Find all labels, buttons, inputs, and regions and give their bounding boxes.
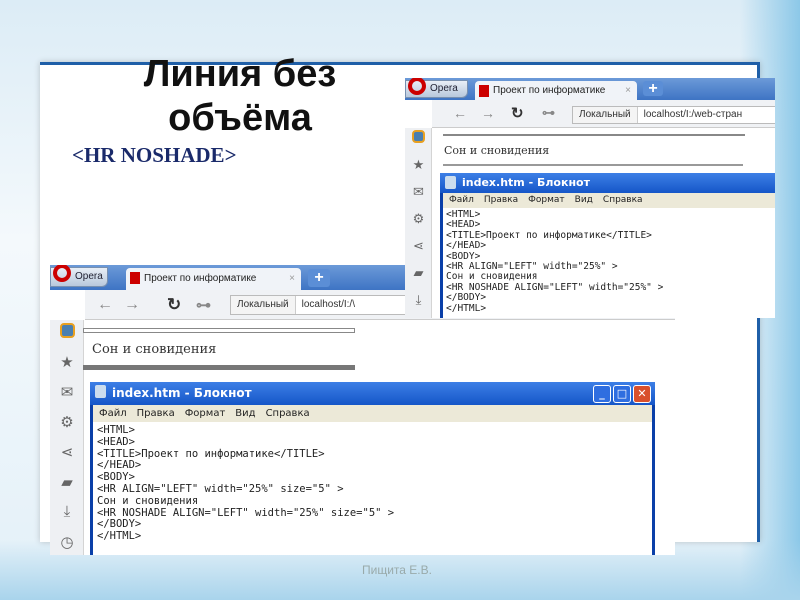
horizontal-rule-shaded: [443, 134, 745, 136]
key-icon: ⊶: [542, 105, 555, 120]
local-badge: Локальный: [231, 296, 296, 314]
notepad-title: index.htm - Блокнот: [462, 176, 590, 189]
key-icon: ⊶: [196, 297, 211, 314]
horizontal-rule-noshade: [443, 164, 743, 166]
settings-icon[interactable]: ⚙: [405, 211, 432, 227]
opera-menu-button[interactable]: Opera: [50, 265, 108, 287]
share-icon[interactable]: ⋖: [405, 238, 432, 254]
menu-file[interactable]: Файл: [99, 408, 127, 419]
page-text: Сон и сновидения: [92, 342, 217, 357]
forward-icon[interactable]: →: [481, 105, 495, 121]
notepad-icon: [95, 385, 106, 398]
menu-view[interactable]: Вид: [235, 408, 255, 419]
notepad-title: index.htm - Блокнот: [112, 386, 252, 400]
maximize-button[interactable]: □: [613, 385, 631, 403]
notepad-window: index.htm - Блокнот _ □ ✕ Файл Правка Форм…: [90, 382, 655, 555]
menu-format[interactable]: Формат: [185, 408, 226, 419]
share-icon[interactable]: ⋖: [50, 443, 84, 461]
back-icon[interactable]: ←: [453, 105, 467, 121]
close-tab-icon[interactable]: ×: [625, 81, 631, 100]
slide-footer: Пищита Е.В.: [362, 563, 432, 577]
close-tab-icon[interactable]: ×: [289, 268, 295, 290]
reload-icon[interactable]: ↻: [167, 295, 181, 315]
tab-title: Проект по информатике: [493, 85, 606, 96]
url-text: localhost/I:/\: [301, 299, 355, 310]
tab-active[interactable]: Проект по информатике ×: [475, 81, 637, 100]
address-bar[interactable]: Локальный localhost/I:/web-стран: [572, 106, 775, 124]
local-badge: Локальный: [573, 107, 638, 123]
notepad-window: index.htm - Блокнот Файл Правка Формат Вид С…: [440, 173, 775, 318]
minimize-button[interactable]: _: [593, 385, 611, 403]
notepad-icon: [445, 176, 456, 189]
mail-icon[interactable]: ✉: [50, 383, 84, 401]
speed-dial-icon[interactable]: [405, 130, 432, 146]
bookmarks-icon[interactable]: ★: [50, 353, 84, 371]
url-text: localhost/I:/web-стран: [643, 109, 743, 120]
settings-icon[interactable]: ⚙: [50, 413, 84, 431]
notes-icon[interactable]: ▰: [50, 473, 84, 491]
opera-logo-icon: [53, 265, 71, 282]
bookmarks-icon[interactable]: ★: [405, 157, 432, 173]
notepad-titlebar: index.htm - Блокнот: [440, 173, 775, 193]
opera-label: Opera: [75, 271, 103, 282]
menu-bar: Файл Правка Формат Вид Справка: [93, 405, 652, 422]
opera-logo-icon: [408, 78, 426, 95]
browser-screenshot-top: Opera Проект по информатике × + ← → ↻ ⊶ Л…: [405, 78, 775, 318]
slide-subtitle: <HR NOSHADE>: [72, 143, 237, 167]
page-text: Сон и сновидения: [444, 144, 550, 157]
page-icon: [130, 272, 140, 284]
forward-icon[interactable]: →: [124, 296, 140, 314]
slide-title: Линия без объёма: [143, 53, 337, 139]
address-bar[interactable]: Локальный localhost/I:/\: [230, 295, 410, 315]
tab-title: Проект по информатике: [144, 273, 257, 284]
back-icon[interactable]: ←: [97, 296, 113, 314]
menu-edit[interactable]: Правка: [137, 408, 175, 419]
downloads-icon[interactable]: ⤓: [405, 292, 432, 308]
opera-label: Opera: [430, 83, 458, 94]
menu-file[interactable]: Файл: [449, 195, 474, 205]
page-icon: [479, 85, 489, 97]
history-icon[interactable]: ◷: [50, 533, 84, 551]
menu-format[interactable]: Формат: [528, 195, 565, 205]
tab-active[interactable]: Проект по информатике ×: [126, 268, 301, 290]
notes-icon[interactable]: ▰: [405, 265, 432, 281]
mail-icon[interactable]: ✉: [405, 184, 432, 200]
reload-icon[interactable]: ↻: [511, 104, 524, 122]
notepad-text-area[interactable]: <HTML> <HEAD> <TITLE>Проект по информати…: [93, 422, 652, 555]
menu-view[interactable]: Вид: [575, 195, 593, 205]
menu-bar: Файл Правка Формат Вид Справка: [443, 193, 775, 208]
horizontal-rule-shaded: [83, 328, 355, 333]
notepad-text-area[interactable]: <HTML> <HEAD> <TITLE>Проект по информати…: [443, 208, 775, 318]
menu-edit[interactable]: Правка: [484, 195, 518, 205]
menu-help[interactable]: Справка: [603, 195, 643, 205]
speed-dial-icon[interactable]: [50, 323, 84, 342]
menu-help[interactable]: Справка: [266, 408, 310, 419]
downloads-icon[interactable]: ⤓: [50, 503, 84, 520]
close-button[interactable]: ✕: [633, 385, 651, 403]
new-tab-button[interactable]: +: [308, 269, 330, 287]
notepad-titlebar: index.htm - Блокнот _ □ ✕: [90, 382, 655, 405]
opera-menu-button[interactable]: Opera: [405, 78, 468, 98]
new-tab-button[interactable]: +: [643, 81, 663, 97]
horizontal-rule-noshade: [83, 365, 355, 370]
